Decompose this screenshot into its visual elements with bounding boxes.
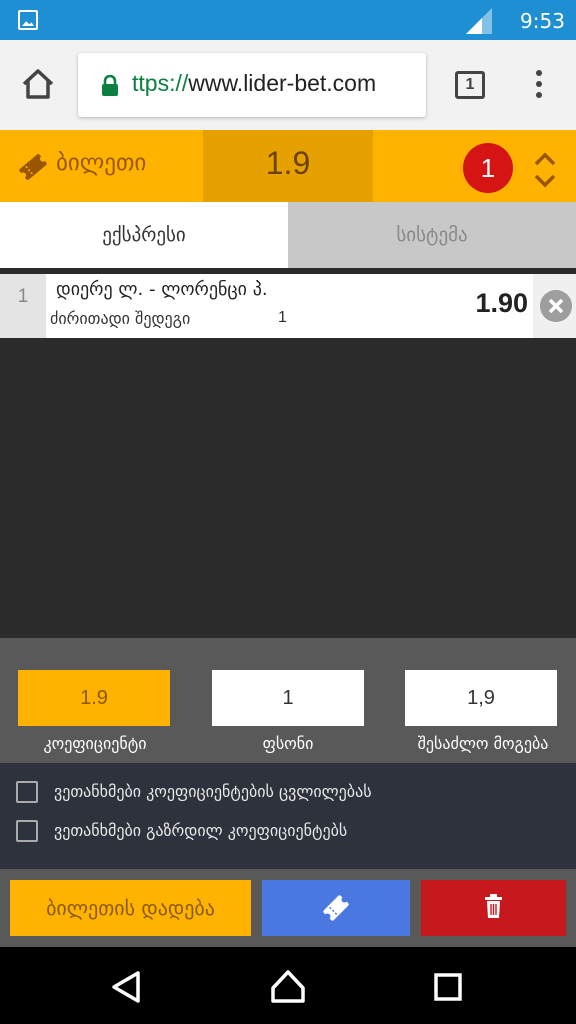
- bet-index: 1: [0, 274, 46, 338]
- url-text: ttps://www.lider-bet.com: [132, 70, 376, 97]
- odds-field: 1.9: [18, 670, 170, 726]
- browser-toolbar: ttps://www.lider-bet.com 1: [0, 40, 576, 130]
- bet-event: დიერე ლ. - ლორენცი პ.: [56, 279, 268, 300]
- android-nav-bar: [0, 947, 576, 1024]
- possible-win-field: 1,9: [405, 670, 557, 726]
- ticket-title: ბილეთი: [56, 150, 147, 176]
- summary-panel: 1.9 1 1,9 კოეფიციენტი ფსონი შესაძლო მოგე…: [0, 638, 576, 763]
- clock: 9:53: [520, 9, 565, 33]
- recents-icon[interactable]: [428, 967, 468, 1007]
- odds-label: კოეფიციენტი: [43, 734, 147, 753]
- ticket-icon: [19, 154, 47, 180]
- stake-input[interactable]: 1: [212, 670, 364, 726]
- address-bar[interactable]: ttps://www.lider-bet.com: [78, 53, 426, 117]
- overflow-menu-icon[interactable]: [534, 70, 544, 102]
- tab-system[interactable]: სისტემა: [288, 202, 576, 268]
- home-icon[interactable]: [18, 64, 58, 104]
- trash-icon: [485, 894, 502, 918]
- bet-market: ძირითადი შედეგი: [50, 309, 191, 328]
- bet-odds: 1.90: [475, 288, 528, 318]
- option-label: ვეთანხმები კოეფიციენტების ცვლილებას: [54, 782, 372, 801]
- bet-selection: 1: [278, 309, 287, 326]
- possible-win-label: შესაძლო მოგება: [417, 734, 549, 753]
- bet-row: 1 დიერე ლ. - ლორენცი პ. ძირითადი შედეგი …: [0, 274, 576, 338]
- options-panel: ვეთანხმები კოეფიციენტების ცვლილებას ვეთა…: [0, 763, 576, 869]
- url-scheme: ttps://: [132, 70, 189, 96]
- clear-ticket-button[interactable]: [421, 880, 566, 936]
- checkbox[interactable]: [16, 781, 38, 803]
- expand-collapse-icon[interactable]: [530, 150, 560, 190]
- remove-bet-area: [533, 274, 576, 338]
- place-bet-button[interactable]: ბილეთის დადება: [10, 880, 251, 936]
- signal-icon: [466, 8, 492, 34]
- actions-bar: ბილეთის დადება: [0, 869, 576, 947]
- total-odds: 1.9: [265, 145, 311, 181]
- tabs-icon[interactable]: 1: [455, 71, 485, 99]
- option-label: ვეთანხმები გაზრდილ კოეფიციენტებს: [54, 821, 348, 840]
- tab-express[interactable]: ექსპრესი: [0, 202, 288, 268]
- url-host: www.lider-bet.com: [188, 70, 377, 96]
- save-ticket-button[interactable]: [262, 880, 410, 936]
- betslip-screen: 9:53 ttps://www.lider-bet.com 1 ბილეთი 1…: [0, 0, 576, 1024]
- bet-type-tabs: ექსპრესი სისტემა: [0, 202, 576, 268]
- total-odds-box: 1.9: [203, 130, 373, 202]
- bet-count-badge: 1: [463, 143, 513, 193]
- status-bar: 9:53: [0, 0, 576, 40]
- image-icon: [18, 10, 38, 30]
- stake-label: ფსონი: [262, 734, 314, 753]
- home-icon[interactable]: [268, 967, 308, 1007]
- empty-area: [0, 338, 576, 638]
- close-icon[interactable]: [540, 290, 572, 322]
- lock-icon: [102, 75, 118, 96]
- ticket-icon: [323, 895, 349, 921]
- back-icon[interactable]: [106, 967, 146, 1007]
- checkbox[interactable]: [16, 820, 38, 842]
